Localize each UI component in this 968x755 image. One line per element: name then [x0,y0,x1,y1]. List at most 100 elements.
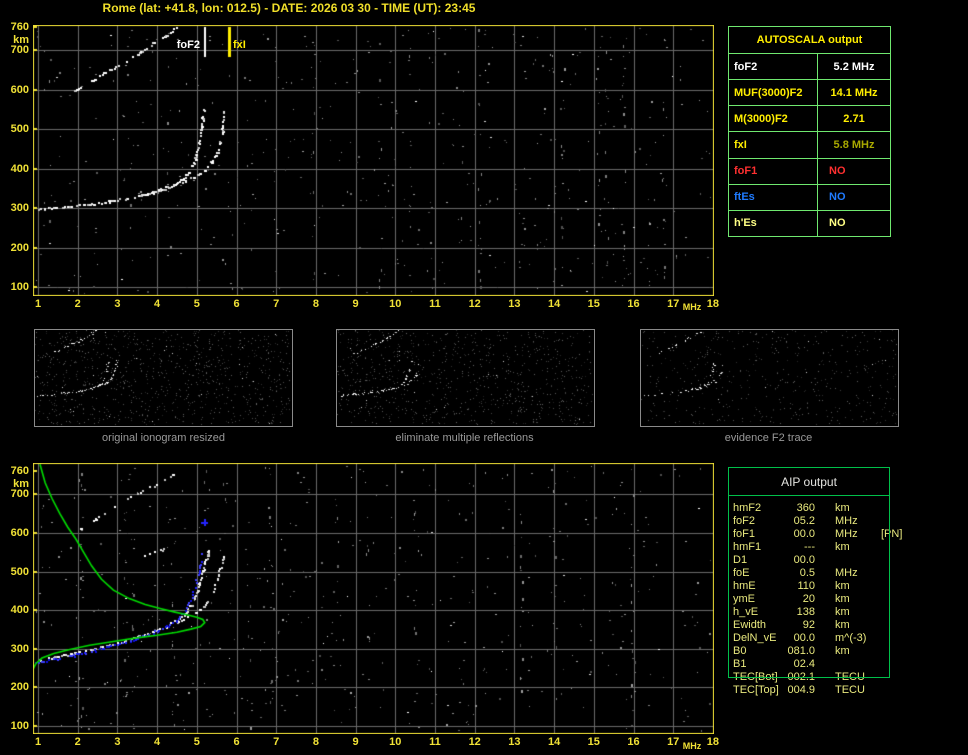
thumbnail-evidence-f2-trace [640,329,899,427]
y-axis-tick-label: 200 [2,681,29,693]
aip-row: ymE20km [733,593,887,606]
y-axis-tick-label: 400 [2,163,29,175]
autoscala-row-value: 2.71 [818,106,890,131]
aip-row-value: 92 [785,619,815,632]
x-axis-tick-label: 18 [701,298,725,310]
y-axis-tick-label: 300 [2,202,29,214]
x-axis-tick-label: 3 [105,736,129,748]
x-axis-tick-label: 4 [145,736,169,748]
aip-row-value: 20 [785,593,815,606]
x-axis-tick-label: 5 [185,736,209,748]
aip-row: hmF1---km [733,541,887,554]
autoscala-output-panel: AUTOSCALA output foF25.2 MHzMUF(3000)F21… [728,26,891,237]
x-axis-tick-label: 13 [502,298,526,310]
x-axis-tick-label: 12 [463,298,487,310]
y-axis-tick-label: 500 [2,123,29,135]
y-axis-tick-label: 300 [2,643,29,655]
aip-row-unit: km [835,619,877,632]
aip-row: TEC[Bot]002.1TECU [733,671,887,684]
autoscala-row: foF1NO [729,159,890,185]
x-axis-tick-label: 10 [383,736,407,748]
autoscala-row: foF25.2 MHz [729,54,890,80]
thumbnail-original-ionogram [34,329,293,427]
aip-row-unit: km [835,593,877,606]
autoscala-row-label: foF1 [729,159,818,184]
autoscala-row-value: 14.1 MHz [818,80,890,105]
y-axis-tick-label: 700 [2,44,29,56]
aip-row-unit: TECU [835,684,877,697]
y-axis-tick-label: 600 [2,84,29,96]
thumbnail-caption-eliminate: eliminate multiple reflections [336,432,593,444]
aip-row-value: 00.0 [785,528,815,541]
aip-row-extra: [PN] [881,528,902,541]
autoscala-row-label: M(3000)F2 [729,106,818,131]
aip-row-label: h_vE [733,606,785,619]
x-axis-tick-label: 2 [66,736,90,748]
aip-row-unit: km [835,645,877,658]
autoscala-rows: foF25.2 MHzMUF(3000)F214.1 MHzM(3000)F22… [729,54,890,236]
autoscala-row-label: h'Es [729,211,818,236]
aip-row-label: hmF1 [733,541,785,554]
autoscala-row-value: NO [818,185,890,210]
aip-row: B102.4 [733,658,887,671]
aip-panel-header: AIP output [728,469,890,495]
x-axis-tick-label: 16 [622,298,646,310]
x-axis-tick-label: 1 [26,298,50,310]
aip-row: Ewidth92 km [733,619,887,632]
x-axis-tick-label: 8 [304,298,328,310]
aip-row-label: B0 [733,645,785,658]
aip-row-unit: km [835,606,877,619]
aip-row-label: D1 [733,554,785,567]
autoscala-row: h'EsNO [729,211,890,236]
y-axis-unit-label: km [2,34,29,46]
aip-row-value: 00.0 [785,554,815,567]
aip-row-value: 05.2 [785,515,815,528]
aip-row-label: hmE [733,580,785,593]
aip-row-label: DelN_vE [733,632,785,645]
x-axis-tick-label: 11 [423,736,447,748]
aip-row-label: B1 [733,658,785,671]
autoscala-row-label: MUF(3000)F2 [729,80,818,105]
x-axis-tick-label: 15 [582,298,606,310]
aip-row-value: 0.5 [785,567,815,580]
autoscala-row-value: 5.8 MHz [818,132,890,157]
x-axis-tick-label: 8 [304,736,328,748]
aip-row-unit: m^(-3) [835,632,877,645]
aip-row: foF100.0MHz[PN] [733,528,887,541]
aip-row-label: hmF2 [733,502,785,515]
aip-row-value: 081.0 [785,645,815,658]
x-axis-tick-label: 10 [383,298,407,310]
y-axis-tick-label: 500 [2,566,29,578]
x-axis-tick-label: 4 [145,298,169,310]
x-axis-tick-label: 12 [463,736,487,748]
aip-row-label: TEC[Bot] [733,671,785,684]
y-axis-tick-label: 760 [2,21,29,33]
autoscala-row: MUF(3000)F214.1 MHz [729,80,890,106]
autoscala-row-value: NO [818,159,890,184]
x-axis-tick-label: 17 [661,298,685,310]
x-axis-tick-label: 6 [225,736,249,748]
aip-row-value: 110 [785,580,815,593]
aip-row-value: 00.0 [785,632,815,645]
aip-row: foF205.2MHz [733,515,887,528]
aip-row-unit: TECU [835,671,877,684]
aip-row-label: TEC[Top] [733,684,785,697]
autoscala-row-value: 5.2 MHz [818,54,890,79]
aip-row-value: 138 [785,606,815,619]
y-axis-tick-label: 100 [2,281,29,293]
aip-row-label: Ewidth [733,619,785,632]
aip-row-unit: km [835,502,877,515]
aip-row-label: foF2 [733,515,785,528]
autoscala-row: fxI5.8 MHz [729,132,890,158]
aip-row-unit: km [835,580,877,593]
x-axis-tick-label: 18 [701,736,725,748]
page-title: Rome (lat: +41.8, lon: 012.5) - DATE: 20… [0,1,578,15]
thumbnail-caption-original: original ionogram resized [34,432,293,444]
aip-row: h_vE138 km [733,606,887,619]
aip-row: hmE110 km [733,580,887,593]
autoscala-row-value: NO [818,211,890,236]
y-axis-tick-label: 400 [2,604,29,616]
aip-row-label: foE [733,567,785,580]
autoscala-panel-header: AUTOSCALA output [729,27,890,54]
aip-row-unit: MHz [835,528,877,541]
